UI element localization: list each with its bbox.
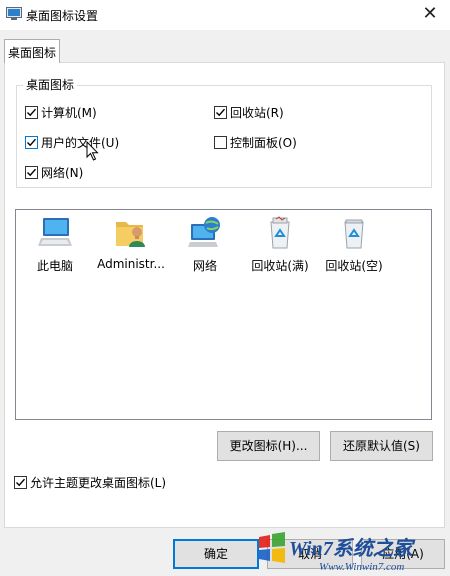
list-item-label: 此电脑 (36, 259, 73, 273)
list-item-recycle-bin-empty[interactable]: 回收站(空) (317, 216, 391, 274)
win7-watermark: Win7系统之家 Www.Winwin7.com (259, 532, 416, 573)
tab-desktop-icons[interactable]: 桌面图标 (4, 39, 60, 63)
tab-label: 桌面图标 (8, 46, 57, 60)
checkbox-label: 控制面板(O) (230, 136, 297, 150)
close-button[interactable]: ✕ (410, 0, 450, 30)
group-title: 桌面图标 (23, 76, 78, 93)
checkbox-network[interactable]: 网络(N) (25, 164, 83, 181)
user-folder-icon (116, 222, 145, 247)
network-icon (188, 217, 220, 247)
restore-default-button[interactable]: 还原默认值(S) (330, 431, 433, 461)
list-item-label: 回收站(空) (325, 259, 383, 273)
list-item-user-folder[interactable]: Administr... (94, 216, 168, 271)
checkbox-label: 允许主题更改桌面图标(L) (30, 476, 167, 490)
watermark-brand: Win7系统之家 (289, 537, 416, 560)
checkbox-computer[interactable]: 计算机(M) (25, 104, 97, 121)
recycle-bin-full-icon (270, 216, 290, 249)
close-icon: ✕ (422, 3, 438, 24)
checkbox-recycle-bin[interactable]: 回收站(R) (214, 104, 284, 121)
checkbox-control-panel[interactable]: 控制面板(O) (214, 134, 297, 151)
checkbox-box[interactable] (214, 136, 227, 149)
list-item-network[interactable]: 网络 (168, 216, 242, 274)
checkmark-icon (216, 108, 226, 117)
change-icon-button[interactable]: 更改图标(H)... (217, 431, 320, 461)
checkbox-allow-theme[interactable]: 允许主题更改桌面图标(L) (14, 474, 166, 491)
checkbox-user-files[interactable]: 用户的文件(U) (25, 134, 119, 151)
title-bar: 桌面图标设置 ✕ (0, 0, 450, 30)
icon-list-view[interactable]: 此电脑 Administr... 网络 回收站(满) 回收站(空) (15, 209, 432, 420)
checkbox-box[interactable] (14, 476, 27, 489)
checkbox-label: 网络(N) (41, 166, 84, 180)
checkmark-icon (27, 138, 37, 147)
mouse-cursor-icon (86, 141, 99, 161)
list-item-label: Administr... (97, 257, 165, 271)
checkbox-box[interactable] (25, 106, 38, 119)
ok-button[interactable]: 确定 (173, 539, 259, 569)
checkmark-icon (16, 478, 26, 487)
list-item-computer[interactable]: 此电脑 (18, 216, 92, 274)
list-item-label: 回收站(满) (251, 259, 309, 273)
checkbox-label: 计算机(M) (41, 106, 97, 120)
checkmark-icon (27, 108, 37, 117)
desktop-settings-icon (6, 7, 22, 20)
checkbox-box[interactable] (25, 166, 38, 179)
checkbox-box[interactable] (214, 106, 227, 119)
checkmark-icon (27, 168, 37, 177)
list-item-label: 网络 (192, 259, 217, 273)
checkbox-label: 回收站(R) (230, 106, 284, 120)
computer-icon (38, 218, 72, 246)
list-item-recycle-bin-full[interactable]: 回收站(满) (243, 216, 317, 274)
watermark-url: Www.Winwin7.com (319, 561, 404, 573)
recycle-bin-empty-icon (344, 219, 364, 249)
checkbox-box[interactable] (25, 136, 38, 149)
checkbox-label: 用户的文件(U) (41, 136, 120, 150)
window-title: 桌面图标设置 (26, 9, 99, 23)
